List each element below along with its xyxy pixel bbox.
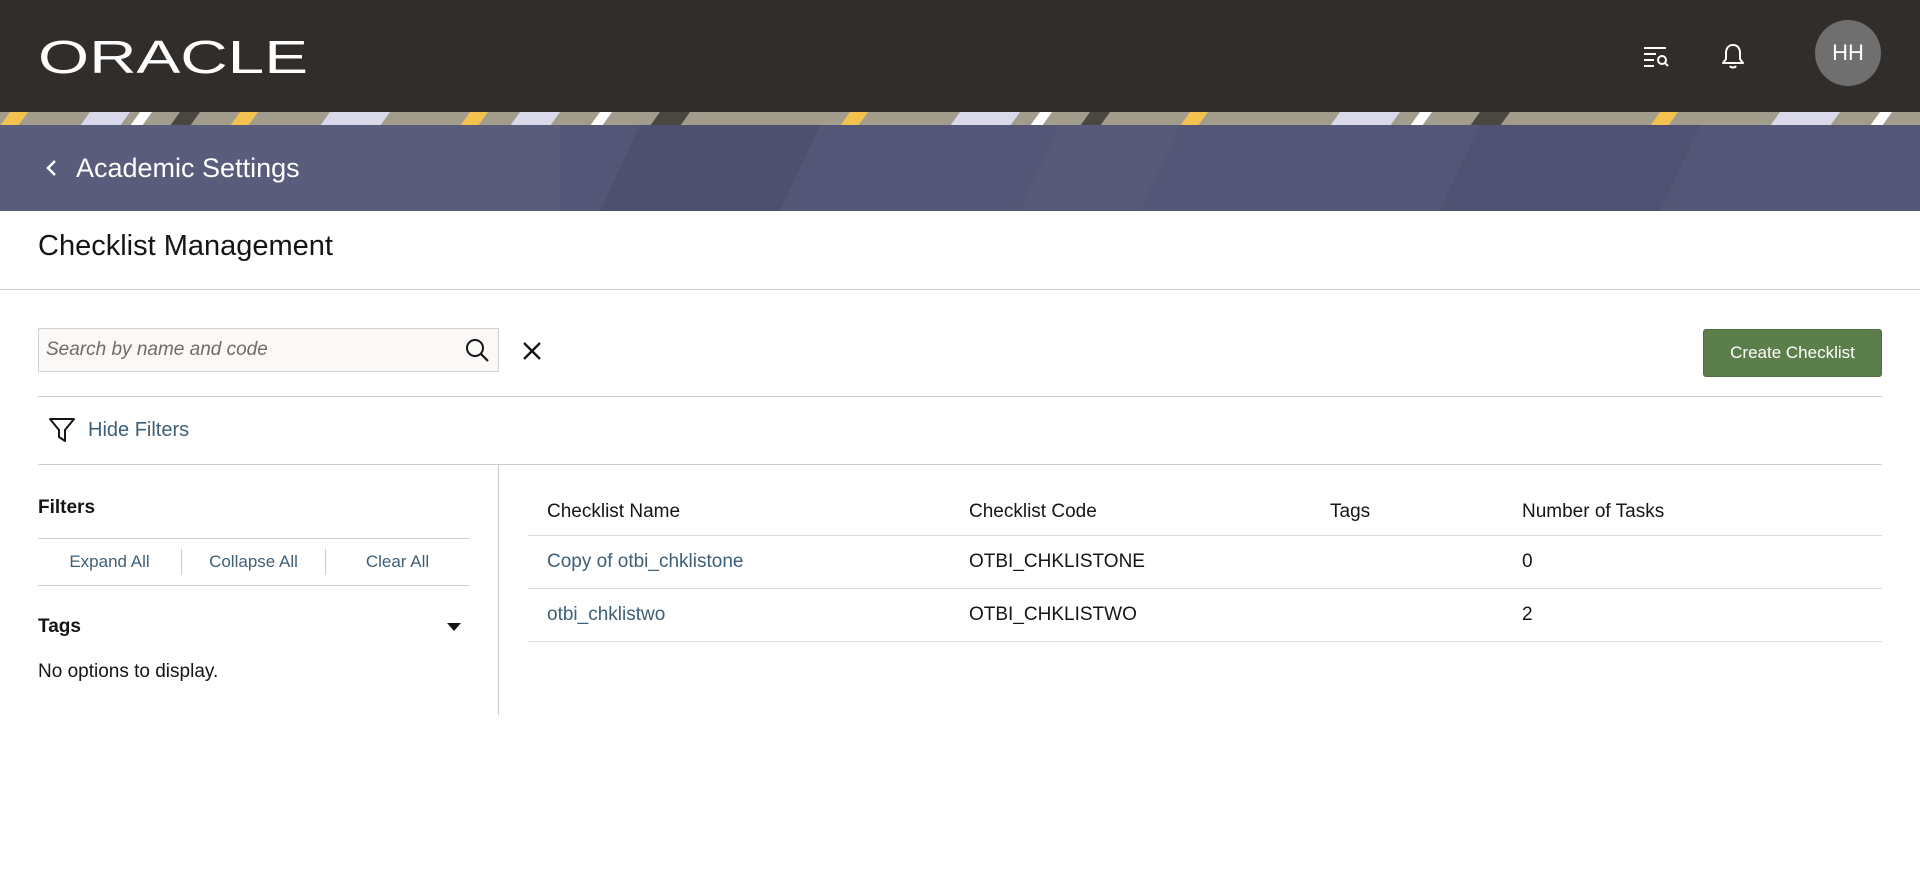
filter-actions-bar: Expand All Collapse All Clear All — [38, 538, 469, 586]
clear-search-icon[interactable] — [518, 337, 546, 365]
table-row: Copy of otbi_chklistone OTBI_CHKLISTONE … — [528, 536, 1882, 589]
hide-filters-label: Hide Filters — [88, 418, 190, 441]
filter-panel: Filters Expand All Collapse All Clear Al… — [38, 465, 499, 715]
search-field — [38, 328, 499, 372]
search-icon[interactable] — [456, 329, 498, 371]
column-header-tags[interactable]: Tags — [1311, 501, 1503, 523]
checklist-code: OTBI_CHKLISTWO — [969, 604, 1137, 625]
table-row: otbi_chklistwo OTBI_CHKLISTWO 2 — [528, 589, 1882, 642]
back-to-academic-settings[interactable]: Academic Settings — [40, 151, 300, 185]
avatar-initials: HH — [1832, 40, 1864, 65]
checklist-task-count: 2 — [1522, 604, 1533, 625]
tags-filter-header[interactable]: Tags — [38, 611, 469, 643]
collapse-all-button[interactable]: Collapse All — [182, 552, 325, 572]
filters-heading: Filters — [38, 497, 96, 518]
hide-filters-toggle[interactable]: Hide Filters — [48, 414, 189, 446]
tags-filter-label: Tags — [38, 616, 81, 637]
tags-empty-message: No options to display. — [38, 661, 219, 682]
top-header: ORACLE HH — [0, 0, 1920, 112]
user-avatar[interactable]: HH — [1815, 20, 1881, 86]
checklist-table: Checklist Name Checklist Code Tags Numbe… — [528, 488, 1882, 642]
checklist-code: OTBI_CHKLISTONE — [969, 551, 1145, 572]
search-list-icon[interactable] — [1638, 38, 1674, 74]
filter-icon — [49, 418, 75, 442]
checklist-name-link[interactable]: otbi_chklistwo — [547, 604, 665, 625]
chevron-left-icon — [46, 160, 56, 176]
bell-icon[interactable] — [1715, 38, 1751, 74]
column-header-tasks[interactable]: Number of Tasks — [1503, 501, 1882, 523]
column-header-name[interactable]: Checklist Name — [528, 501, 950, 523]
decorative-stripe — [0, 112, 1920, 126]
caret-down-icon — [447, 623, 461, 631]
expand-all-button[interactable]: Expand All — [38, 552, 181, 572]
checklist-task-count: 0 — [1522, 551, 1533, 572]
page-title: Checklist Management — [38, 230, 333, 262]
context-banner: Academic Settings — [0, 125, 1920, 211]
clear-all-button[interactable]: Clear All — [326, 552, 469, 572]
search-input[interactable] — [39, 329, 456, 371]
title-divider — [0, 289, 1920, 290]
create-checklist-button[interactable]: Create Checklist — [1703, 329, 1882, 377]
toolbar-divider — [38, 396, 1882, 397]
column-header-code[interactable]: Checklist Code — [950, 501, 1311, 523]
oracle-logo[interactable]: ORACLE — [38, 38, 310, 76]
back-link-label: Academic Settings — [76, 152, 300, 183]
table-header-row: Checklist Name Checklist Code Tags Numbe… — [528, 488, 1882, 536]
checklist-name-link[interactable]: Copy of otbi_chklistone — [547, 551, 743, 572]
oracle-logo-text: ORACLE — [38, 38, 308, 76]
